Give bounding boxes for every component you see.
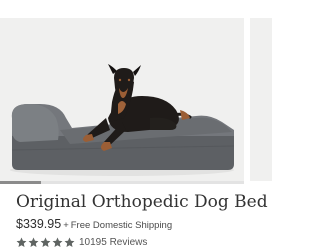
product-title[interactable]: Original Orthopedic Dog Bed [16, 192, 268, 212]
carousel-scrollbar[interactable] [0, 181, 244, 184]
product-card[interactable]: Original Orthopedic Dog Bed $339.95 + Fr… [0, 0, 272, 250]
star-icon [64, 237, 75, 247]
star-icon [16, 237, 27, 247]
star-icon [28, 237, 39, 247]
review-count[interactable]: 10195 Reviews [79, 237, 147, 248]
shipping-info: Free Domestic Shipping [70, 220, 173, 231]
star-rating [16, 237, 75, 248]
dog-on-bed-illustration [10, 64, 235, 176]
product-image[interactable] [0, 18, 244, 181]
shipping-prefix: + [63, 220, 69, 231]
star-icon [52, 237, 63, 247]
price-row: $339.95 + Free Domestic Shipping [16, 217, 172, 233]
carousel-scroll-thumb[interactable] [0, 181, 42, 184]
product-price: $339.95 [16, 217, 62, 231]
rating-row[interactable]: 10195 Reviews [16, 235, 147, 249]
star-icon [40, 237, 51, 247]
next-product-image-peek[interactable] [250, 18, 272, 181]
